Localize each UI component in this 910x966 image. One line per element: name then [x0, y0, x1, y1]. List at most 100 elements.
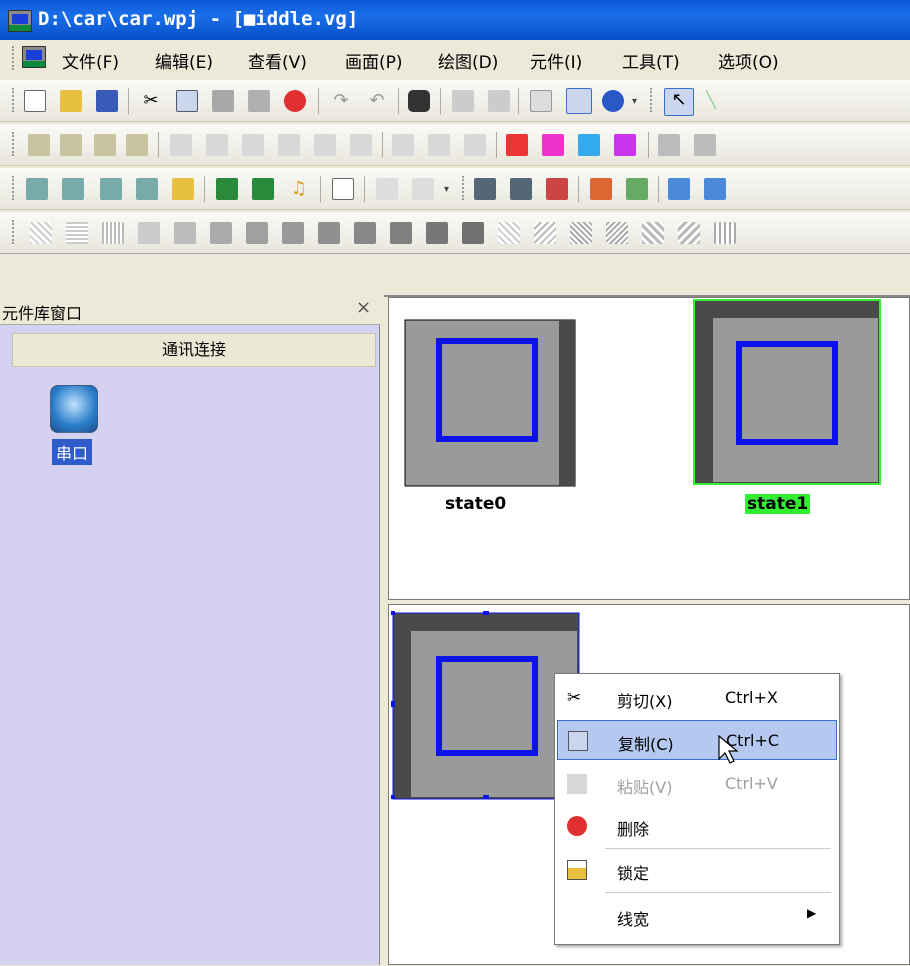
bring-forward-icon[interactable] — [578, 134, 600, 156]
screen-prev-icon[interactable] — [474, 178, 496, 200]
align-v-bottom-icon[interactable] — [278, 134, 300, 156]
align-h-left-icon[interactable] — [170, 134, 192, 156]
pattern-18-icon[interactable] — [642, 222, 664, 244]
menu-draw[interactable]: 绘图(D) — [438, 48, 498, 73]
pattern-15-icon[interactable] — [534, 222, 556, 244]
serial-port-label[interactable]: 串口 — [52, 439, 93, 465]
toolbar-grip[interactable] — [12, 132, 16, 156]
toolbar-overflow-icon[interactable]: ▾ — [632, 96, 642, 110]
disabled-tool-icon[interactable] — [376, 178, 398, 200]
toolbar-grip[interactable] — [650, 88, 654, 112]
pattern-2-icon[interactable] — [66, 222, 88, 244]
pattern-3-icon[interactable] — [102, 222, 124, 244]
menu-item-delete[interactable]: 删除 — [557, 806, 837, 846]
menu-edit[interactable]: 编辑(E) — [155, 48, 213, 73]
toolbar-overflow-icon[interactable]: ▾ — [444, 184, 454, 198]
menu-item-cut[interactable]: ✂ 剪切(X) Ctrl+X — [557, 678, 837, 718]
pattern-14-icon[interactable] — [498, 222, 520, 244]
pattern-8-icon[interactable] — [282, 222, 304, 244]
save-icon[interactable] — [96, 90, 118, 112]
delete-icon[interactable] — [284, 90, 306, 112]
line-tool-icon[interactable]: ╲ — [700, 90, 722, 112]
center-v-icon[interactable] — [350, 134, 372, 156]
toolbar-grip[interactable] — [462, 176, 466, 200]
align-left-icon[interactable] — [28, 134, 50, 156]
resize-handle[interactable] — [483, 795, 489, 799]
disabled-tool-2-icon[interactable] — [412, 178, 434, 200]
resize-handle[interactable] — [391, 795, 395, 799]
help-icon[interactable] — [602, 90, 624, 112]
serial-port-icon[interactable] — [50, 385, 98, 433]
menu-view[interactable]: 查看(V) — [248, 48, 307, 73]
align-h-right-icon[interactable] — [206, 134, 228, 156]
pattern-16-icon[interactable] — [570, 222, 592, 244]
find-icon[interactable] — [408, 90, 430, 112]
sound-icon[interactable]: ♫ — [288, 178, 310, 200]
toolbar-grip[interactable] — [12, 220, 16, 244]
same-size-icon[interactable] — [464, 134, 486, 156]
same-height-icon[interactable] — [428, 134, 450, 156]
send-backward-icon[interactable] — [614, 134, 636, 156]
cut-icon[interactable]: ✂ — [140, 90, 162, 112]
word-switch-icon[interactable] — [100, 178, 122, 200]
menu-item-paste[interactable]: 粘贴(V) Ctrl+V — [557, 764, 837, 804]
pattern-10-icon[interactable] — [354, 222, 376, 244]
pattern-9-icon[interactable] — [318, 222, 340, 244]
pattern-17-icon[interactable] — [606, 222, 628, 244]
pattern-19-icon[interactable] — [678, 222, 700, 244]
menu-item-copy[interactable]: 复制(C) Ctrl+C — [557, 720, 837, 760]
align-bottom-icon[interactable] — [126, 134, 148, 156]
same-width-icon[interactable] — [392, 134, 414, 156]
menu-item-lock[interactable]: 锁定 — [557, 850, 837, 890]
screen-close-icon[interactable] — [546, 178, 568, 200]
resize-handle[interactable] — [391, 701, 395, 707]
trend-icon[interactable] — [668, 178, 690, 200]
screen-next-icon[interactable] — [510, 178, 532, 200]
pattern-20-icon[interactable] — [714, 222, 736, 244]
clone-icon[interactable] — [248, 90, 270, 112]
pointer-tool-icon[interactable]: ↖ — [664, 88, 694, 116]
state1-shape[interactable] — [693, 299, 881, 485]
toolbar-grip[interactable] — [12, 176, 16, 200]
bring-front-icon[interactable] — [506, 134, 528, 156]
group-icon[interactable] — [658, 134, 680, 156]
pattern-1-icon[interactable] — [30, 222, 52, 244]
state0-shape[interactable] — [404, 319, 576, 487]
state1-label[interactable]: state1 — [745, 494, 811, 514]
pattern-4-icon[interactable] — [138, 222, 160, 244]
menu-tools[interactable]: 工具(T) — [622, 48, 680, 73]
pattern-6-icon[interactable] — [210, 222, 232, 244]
bit-switch-icon[interactable] — [136, 178, 158, 200]
undo-icon[interactable]: ↶ — [366, 90, 388, 112]
new-file-icon[interactable] — [24, 90, 46, 112]
resize-handle[interactable] — [483, 611, 489, 615]
align-right-icon[interactable] — [60, 134, 82, 156]
ungroup-icon[interactable] — [694, 134, 716, 156]
print-icon[interactable] — [488, 90, 510, 112]
pattern-7-icon[interactable] — [246, 222, 268, 244]
document-icon[interactable] — [22, 46, 46, 68]
menubar-grip[interactable] — [12, 46, 16, 70]
trend-2-icon[interactable] — [704, 178, 726, 200]
pattern-13-icon[interactable] — [462, 222, 484, 244]
print-preview-icon[interactable] — [452, 90, 474, 112]
numeric-input-icon[interactable] — [62, 178, 84, 200]
close-icon[interactable]: × — [356, 297, 371, 318]
category-button[interactable]: 通讯连接 — [12, 333, 376, 367]
pattern-12-icon[interactable] — [426, 222, 448, 244]
simulate-icon[interactable] — [626, 178, 648, 200]
pattern-5-icon[interactable] — [174, 222, 196, 244]
toolbar-grip[interactable] — [12, 88, 16, 112]
add-picture-icon[interactable] — [216, 178, 238, 200]
align-top-icon[interactable] — [94, 134, 116, 156]
menu-options[interactable]: 选项(O) — [718, 48, 779, 73]
send-back-icon[interactable] — [542, 134, 564, 156]
resize-handle[interactable] — [391, 611, 395, 615]
picture-icon[interactable] — [252, 178, 274, 200]
download-icon[interactable] — [590, 178, 612, 200]
open-folder-icon[interactable] — [60, 90, 82, 112]
redo-icon[interactable]: ↷ — [330, 90, 352, 112]
menu-component[interactable]: 元件(I) — [530, 48, 582, 73]
copy-icon[interactable] — [176, 90, 198, 112]
macro-icon[interactable] — [332, 178, 354, 200]
